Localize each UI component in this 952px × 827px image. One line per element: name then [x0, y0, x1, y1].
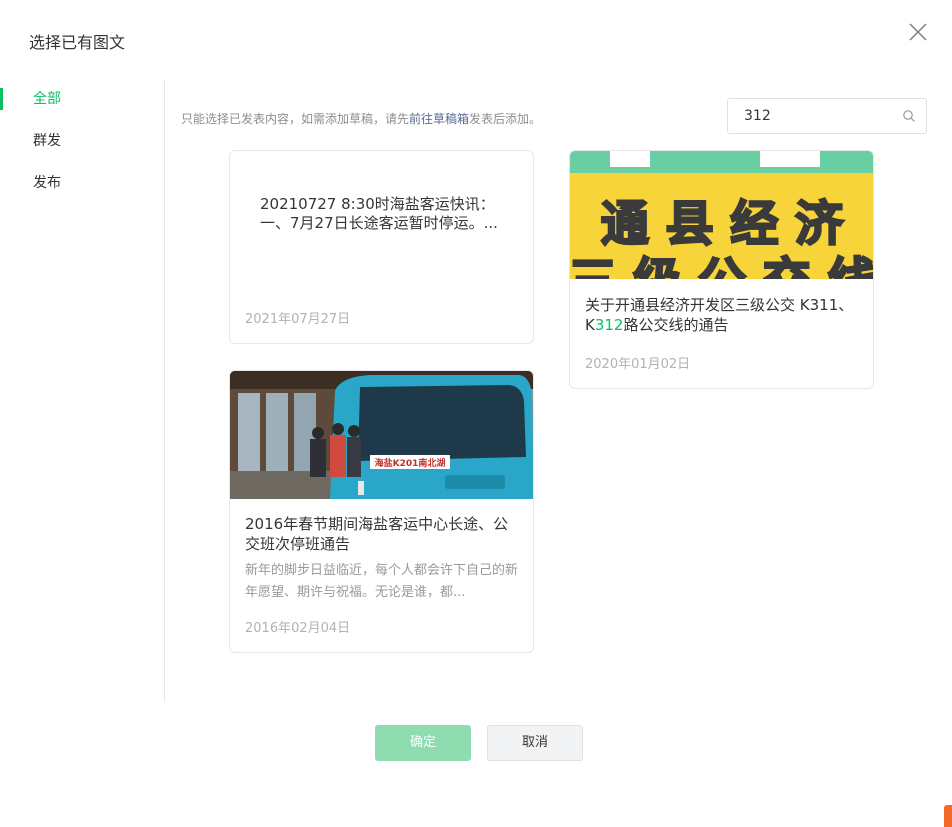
- article-card[interactable]: 海盐K201南北湖 2016年春节期间海盐客运中心长途、公交班次停班通告 新年的…: [229, 370, 534, 653]
- tip-suffix: 发表后添加。: [469, 112, 542, 126]
- sidebar-item-publish[interactable]: 发布: [0, 164, 164, 206]
- tip-prefix: 只能选择已发表内容，如需添加草稿，请先: [181, 112, 410, 126]
- search-box: [727, 98, 927, 134]
- article-text-line: 20210727 8:30时海盐客运快讯：: [260, 195, 495, 213]
- article-date: 2021年07月27日: [245, 312, 351, 327]
- article-cover: 通 县 经 济 三 级 公 交 线: [570, 151, 873, 279]
- bus-sign: 海盐K201南北湖: [375, 457, 446, 469]
- cover-text: 通 县 经 济: [601, 196, 844, 252]
- corner-badge-icon: [944, 805, 952, 827]
- search-icon[interactable]: [902, 109, 916, 123]
- title-part: 路公交线的通告: [623, 316, 729, 334]
- select-article-dialog: 选择已有图文 全部 群发 发布 只能选择已发表内容，如需添加草稿，请先前往草稿箱…: [0, 0, 952, 827]
- dialog-title: 选择已有图文: [29, 33, 126, 52]
- article-title: 2016年春节期间海盐客运中心长途、公交班次停班通告: [245, 515, 509, 553]
- search-highlight: 312: [594, 316, 624, 334]
- article-title: 关于开通县经济开发区三级公交 K311、K312路公交线的通告: [585, 295, 858, 335]
- sidebar-item-mass-send[interactable]: 群发: [0, 122, 164, 164]
- article-cover: 海盐K201南北湖: [230, 371, 533, 499]
- article-card[interactable]: 通 县 经 济 三 级 公 交 线 关于开通县经济开发区三级公交 K311、K3…: [569, 150, 874, 389]
- article-date: 2016年02月04日: [245, 621, 351, 636]
- search-input[interactable]: [728, 99, 888, 133]
- cover-text: 三 级 公 交 线: [570, 253, 873, 279]
- article-text-line: 一、7月27日长途客运暂时停运。...: [260, 214, 498, 232]
- article-date: 2020年01月02日: [585, 357, 691, 372]
- drafts-link[interactable]: 前往草稿箱: [409, 112, 469, 126]
- article-card[interactable]: 20210727 8:30时海盐客运快讯： 一、7月27日长途客运暂时停运。..…: [229, 150, 534, 344]
- confirm-button[interactable]: 确定: [375, 725, 471, 761]
- tip-text: 只能选择已发表内容，如需添加草稿，请先前往草稿箱发表后添加。: [181, 110, 541, 127]
- cancel-button[interactable]: 取消: [487, 725, 583, 761]
- close-icon[interactable]: [906, 20, 930, 44]
- sidebar: 全部 群发 发布: [0, 80, 165, 702]
- sidebar-item-all[interactable]: 全部: [0, 80, 164, 122]
- article-desc: 新年的脚步日益临近，每个人都会许下自己的新年愿望、期许与祝福。无论是谁，都...: [245, 563, 519, 600]
- article-text-preview: 20210727 8:30时海盐客运快讯： 一、7月27日长途客运暂时停运。..…: [230, 151, 533, 301]
